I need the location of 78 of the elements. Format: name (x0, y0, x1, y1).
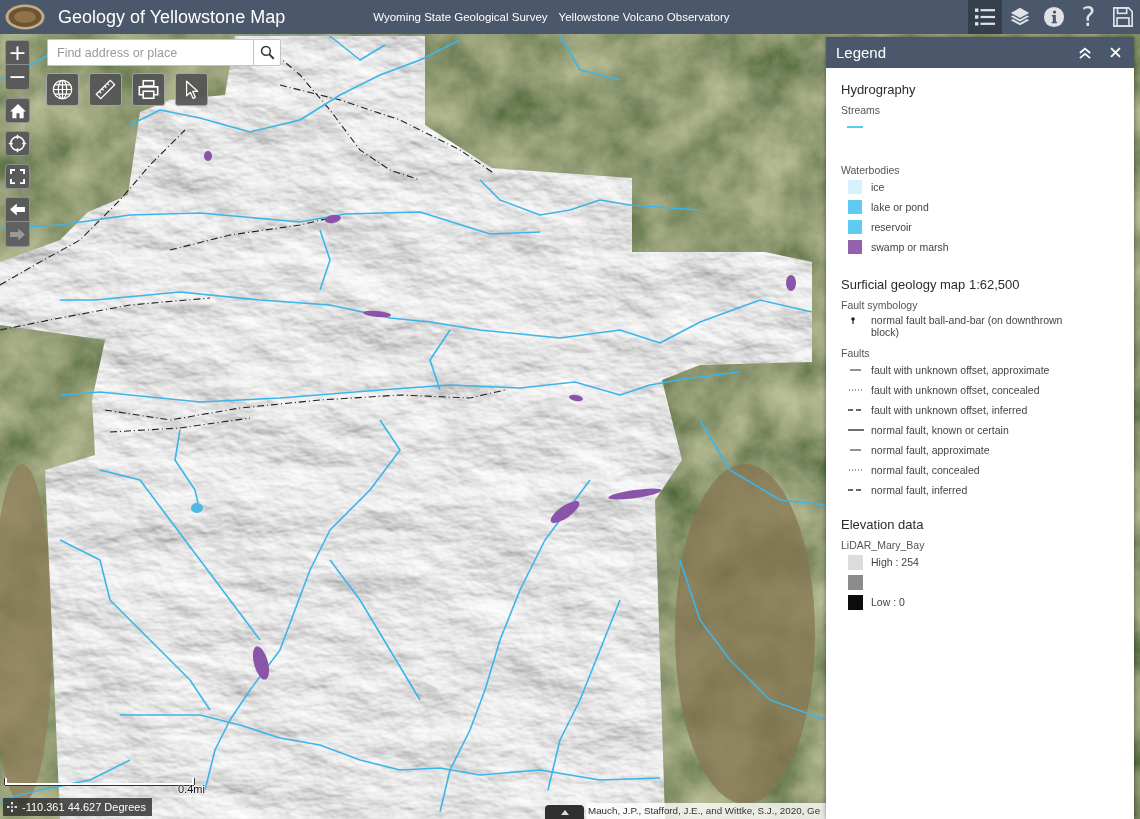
attribution-toggle[interactable] (545, 805, 584, 819)
select-button[interactable] (175, 73, 208, 106)
search-field[interactable]: Find address or place (47, 39, 253, 66)
print-button[interactable] (132, 73, 165, 106)
legend-label: fault with unknown offset, concealed (871, 384, 1040, 396)
legend-label: normal fault, approximate (871, 444, 990, 456)
attribution-text: Mauch, J.P., Stafford, J.E., and Wittke, S.J., 2020, Ge (586, 803, 826, 819)
caret-up-icon (560, 809, 569, 815)
marsh-area (608, 488, 662, 500)
legend-button[interactable] (968, 0, 1003, 34)
fullscreen-button[interactable] (5, 164, 30, 189)
ruler-icon (95, 79, 116, 100)
marsh-area (786, 275, 796, 291)
marsh-area (363, 310, 391, 318)
home-icon (8, 101, 27, 120)
legend-label: normal fault, concealed (871, 464, 980, 476)
home-button[interactable] (5, 98, 30, 123)
measure-button[interactable] (89, 73, 122, 106)
legend-label: normal fault ball-and-bar (on downthrown block) (871, 314, 1064, 338)
legend-label: High : 254 (871, 556, 919, 568)
zoom-in-button[interactable]: + (5, 40, 30, 65)
printer-icon (138, 79, 159, 100)
panel-title: Legend (836, 44, 887, 61)
locate-button[interactable] (5, 131, 30, 156)
legend-label: normal fault, known or certain (871, 424, 1009, 436)
crosshair-icon (8, 134, 27, 153)
coordinates-text: -110.361 44.627 Degrees (22, 801, 146, 813)
legend-label: ice (871, 181, 885, 193)
marsh-area (204, 151, 212, 161)
marsh-area (569, 394, 583, 402)
basemap-button[interactable] (46, 73, 79, 106)
globe-icon (52, 79, 73, 100)
legend-label: normal fault, inferred (871, 484, 968, 496)
save-icon (1111, 6, 1134, 28)
double-chevron-up-icon (1078, 46, 1092, 59)
legend-label: fault with unknown offset, approximate (871, 364, 1050, 376)
dotted-line-icon (849, 469, 862, 471)
section-heading: Hydrography (841, 81, 917, 99)
dashed-line-icon (848, 409, 864, 411)
help-button[interactable]: ? (1071, 0, 1106, 34)
dotted-line-icon (849, 389, 862, 391)
left-arrow-icon (9, 201, 26, 218)
layer-title: Streams (841, 103, 882, 117)
marsh-area (550, 501, 580, 523)
stream-line (559, 35, 621, 81)
back-button[interactable] (5, 197, 30, 222)
scale-label: 0.4mi (178, 783, 205, 796)
legend-label: reservoir (871, 221, 912, 233)
layers-icon (1008, 6, 1031, 28)
legend-label: lake or pond (871, 201, 929, 213)
header-link[interactable]: Yellowstone Volcano Observatory (558, 11, 730, 23)
ball-and-bar-icon (851, 317, 855, 324)
solid-line-icon (848, 429, 864, 431)
info-icon (1043, 6, 1065, 28)
section-heading: Surficial geology map 1:62,500 (841, 276, 1021, 294)
fullscreen-icon (10, 169, 25, 184)
marsh-area (325, 214, 341, 224)
search-icon (259, 45, 275, 60)
seal-logo-icon (5, 4, 45, 30)
header-link[interactable]: Wyoming State Geological Survey (373, 11, 548, 23)
search-button[interactable] (253, 39, 281, 66)
section-heading: Elevation data (841, 516, 925, 534)
layer-title: Waterbodies (841, 163, 901, 177)
solid-line-icon (850, 449, 861, 451)
solid-line-icon (850, 369, 861, 371)
legend-label: fault with unknown offset, inferred (871, 404, 1028, 416)
legend-label: Low : 0 (871, 596, 905, 608)
marsh-area (252, 646, 270, 680)
dashed-line-icon (848, 489, 864, 491)
zoom-out-button[interactable]: − (5, 65, 30, 90)
close-icon (1109, 47, 1121, 58)
layer-title: LiDAR_Mary_Bay (841, 538, 926, 552)
layer-title: Fault symbology (841, 298, 919, 312)
crosshair-icon (7, 802, 17, 812)
layer-title: Faults (841, 346, 871, 360)
pond-area (191, 503, 203, 513)
legend-label: swamp or marsh (871, 241, 949, 253)
app-title: Geology of Yellowstone Map (58, 6, 286, 28)
